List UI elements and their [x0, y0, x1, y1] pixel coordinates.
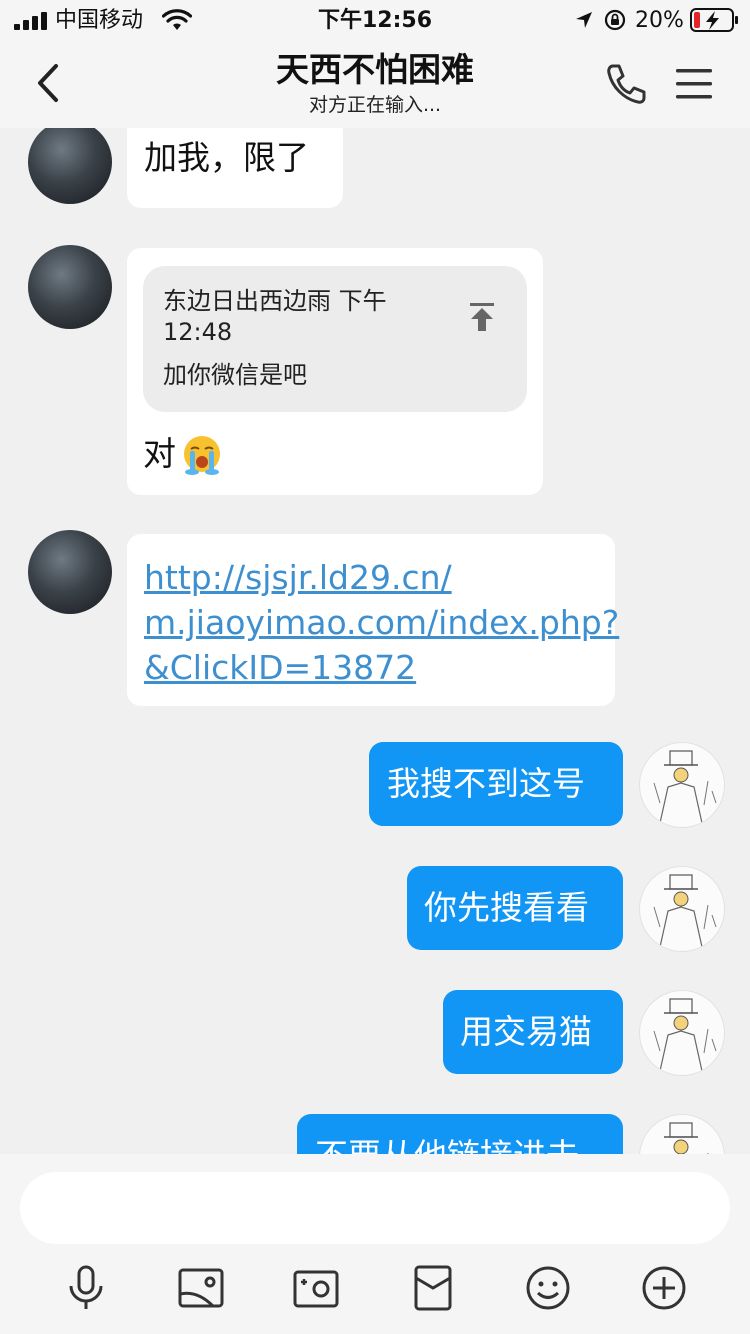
user-avatar[interactable] [639, 990, 725, 1076]
battery-charging-icon [690, 8, 738, 32]
outgoing-message-bubble[interactable]: 你先搜看看 [407, 866, 623, 950]
link-line-3[interactable]: &ClickID=13872 [144, 646, 416, 690]
link-line-2[interactable]: m.jiaoyimao.com/index.php? [144, 601, 619, 645]
incoming-message-bubble[interactable]: http://sjsjr.ld29.cn/ m.jiaoyimao.com/in… [127, 534, 619, 706]
quoted-time: 12:48 [163, 318, 233, 346]
message-input[interactable] [20, 1172, 730, 1244]
scroll-to-original-icon[interactable] [469, 302, 495, 332]
message-text: 我搜不到这号 [387, 764, 585, 803]
contact-avatar[interactable] [28, 530, 112, 614]
emoji-icon[interactable] [524, 1264, 572, 1312]
status-bar: 中国移动 下午12:56 20% [0, 0, 750, 42]
outgoing-message-bubble[interactable]: 用交易猫 [443, 990, 623, 1074]
chat-header: 天西不怕困难 对方正在输入... [0, 42, 750, 128]
incoming-message-bubble[interactable]: 加我，限了 [127, 128, 343, 208]
quoted-message-card[interactable]: 东边日出西边雨 下午 12:48 加你微信是吧 [143, 266, 527, 412]
link-line-1[interactable]: http://sjsjr.ld29.cn/ [144, 556, 452, 600]
message-text: 你先搜看看 [424, 888, 589, 927]
outgoing-message-bubble[interactable]: 不要从他链接进去 [297, 1114, 623, 1154]
message-text: 加我，限了 [144, 138, 309, 177]
rotation-lock-icon [604, 9, 626, 31]
message-text: 对 [143, 434, 176, 473]
contact-avatar[interactable] [28, 245, 112, 329]
crying-face-emoji-icon [184, 436, 220, 475]
user-avatar[interactable] [639, 866, 725, 952]
input-panel [0, 1154, 750, 1334]
incoming-message-bubble[interactable]: 东边日出西边雨 下午 12:48 加你微信是吧 对 [127, 248, 543, 495]
phone-call-icon[interactable] [604, 62, 646, 106]
microphone-icon[interactable] [62, 1264, 110, 1312]
message-list[interactable]: 加我，限了 东边日出西边雨 下午 12:48 加你微信是吧 对 http://s [0, 128, 750, 1154]
message-text: 不要从他链接进去 [315, 1134, 579, 1154]
quoted-sender-time: 东边日出西边雨 下午 [163, 287, 387, 315]
user-avatar[interactable] [639, 1114, 725, 1154]
battery-percent: 20% [635, 8, 684, 33]
camera-icon[interactable] [292, 1264, 340, 1312]
photo-icon[interactable] [177, 1264, 225, 1312]
contact-avatar[interactable] [28, 128, 112, 204]
quoted-text: 加你微信是吧 [163, 361, 307, 389]
user-avatar[interactable] [639, 742, 725, 828]
red-packet-icon[interactable] [409, 1264, 457, 1312]
outgoing-message-bubble[interactable]: 我搜不到这号 [369, 742, 623, 826]
menu-icon[interactable] [674, 66, 714, 102]
plus-icon[interactable] [640, 1264, 688, 1312]
location-arrow-icon [576, 12, 592, 28]
message-text: 用交易猫 [460, 1012, 592, 1051]
